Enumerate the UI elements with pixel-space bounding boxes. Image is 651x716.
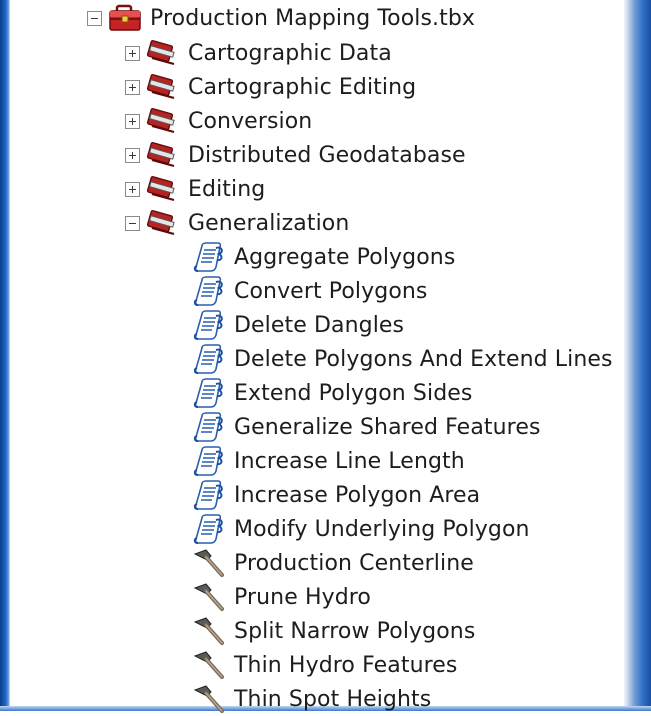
tree-node-tool-increase-line-length[interactable]: Increase Line Length: [192, 444, 465, 478]
tree-node-label: Editing: [188, 176, 266, 202]
tree-node-label: Prune Hydro: [234, 584, 371, 610]
expand-icon[interactable]: [125, 113, 140, 129]
tree-node-tool-prune-hydro[interactable]: Prune Hydro: [192, 580, 371, 614]
script-tool-icon: [192, 378, 226, 408]
tree-node-label: Cartographic Data: [188, 40, 392, 66]
tree-node-label: Production Mapping Tools.tbx: [150, 5, 476, 31]
tree-node-tool-modify-underlying-polygon[interactable]: Modify Underlying Polygon: [192, 512, 530, 546]
script-tool-icon: [192, 310, 226, 340]
tree-node-tool-thin-hydro-features[interactable]: Thin Hydro Features: [192, 648, 457, 682]
script-tool-icon: [192, 514, 226, 544]
toolset-icon: [146, 73, 180, 101]
collapse-icon[interactable]: [125, 215, 140, 231]
expand-icon[interactable]: [125, 181, 140, 197]
tree-node-tool-delete-dangles[interactable]: Delete Dangles: [192, 308, 404, 342]
hammer-tool-icon: [192, 684, 226, 714]
tree-node-tool-aggregate-polygons[interactable]: Aggregate Polygons: [192, 240, 455, 274]
tree-node-tool-extend-polygon-sides[interactable]: Extend Polygon Sides: [192, 376, 472, 410]
tree-node-label: Increase Line Length: [234, 448, 465, 474]
script-tool-icon: [192, 412, 226, 442]
tree-node-tool-increase-polygon-area[interactable]: Increase Polygon Area: [192, 478, 480, 512]
script-tool-icon: [192, 344, 226, 374]
tree-node-label: Generalization: [188, 210, 350, 236]
tree-node-toolset-generalization[interactable]: Generalization: [125, 206, 349, 240]
tree-node-toolset-conversion[interactable]: Conversion: [125, 104, 312, 138]
toolset-icon: [146, 107, 180, 135]
tree-node-label: Delete Polygons And Extend Lines: [234, 346, 613, 372]
hammer-tool-icon: [192, 616, 226, 646]
script-tool-icon: [192, 446, 226, 476]
tree-node-label: Thin Hydro Features: [234, 652, 458, 678]
hammer-tool-icon: [192, 582, 226, 612]
tree-node-label: Delete Dangles: [234, 312, 405, 338]
tree-node-label: Thin Spot Heights: [234, 686, 432, 712]
tree-node-label: Convert Polygons: [234, 278, 428, 304]
tree-node-label: Conversion: [188, 108, 313, 134]
tree-node-root-toolbox[interactable]: Production Mapping Tools.tbx: [87, 1, 475, 35]
tree-node-tool-split-narrow-polygons[interactable]: Split Narrow Polygons: [192, 614, 475, 648]
tree-node-label: Modify Underlying Polygon: [234, 516, 530, 542]
tree-node-label: Aggregate Polygons: [234, 244, 456, 270]
tree-node-label: Extend Polygon Sides: [234, 380, 473, 406]
expand-icon[interactable]: [125, 79, 140, 95]
collapse-icon[interactable]: [87, 10, 102, 26]
hammer-tool-icon: [192, 650, 226, 680]
tree-node-tool-production-centerline[interactable]: Production Centerline: [192, 546, 474, 580]
tree-node-label: Increase Polygon Area: [234, 482, 481, 508]
window-frame-right: [624, 0, 651, 711]
script-tool-icon: [192, 242, 226, 272]
tree-node-label: Split Narrow Polygons: [234, 618, 476, 644]
script-tool-icon: [192, 276, 226, 306]
expand-icon[interactable]: [125, 45, 140, 61]
toolset-icon: [146, 141, 180, 169]
script-tool-icon: [192, 480, 226, 510]
tree-node-tool-delete-polygons-and-extend-lines[interactable]: Delete Polygons And Extend Lines: [192, 342, 613, 376]
tree-node-toolset-cartographic-editing[interactable]: Cartographic Editing: [125, 70, 416, 104]
tree-node-tool-generalize-shared-features[interactable]: Generalize Shared Features: [192, 410, 541, 444]
tree-node-toolset-distributed-geodatabase[interactable]: Distributed Geodatabase: [125, 138, 466, 172]
tree-node-toolset-editing[interactable]: Editing: [125, 172, 265, 206]
tree-node-toolset-cartographic-data[interactable]: Cartographic Data: [125, 36, 392, 70]
tree-node-label: Production Centerline: [234, 550, 474, 576]
toolbox-icon: [108, 3, 144, 33]
catalog-tree: Production Mapping Tools.tbx Cartographi…: [0, 0, 624, 713]
toolset-icon: [146, 209, 180, 237]
tree-node-label: Distributed Geodatabase: [188, 142, 466, 168]
hammer-tool-icon: [192, 548, 226, 578]
tree-node-label: Generalize Shared Features: [234, 414, 541, 440]
tree-node-label: Cartographic Editing: [188, 74, 417, 100]
toolset-icon: [146, 39, 180, 67]
tree-node-tool-convert-polygons[interactable]: Convert Polygons: [192, 274, 428, 308]
expand-icon[interactable]: [125, 147, 140, 163]
toolset-icon: [146, 175, 180, 203]
